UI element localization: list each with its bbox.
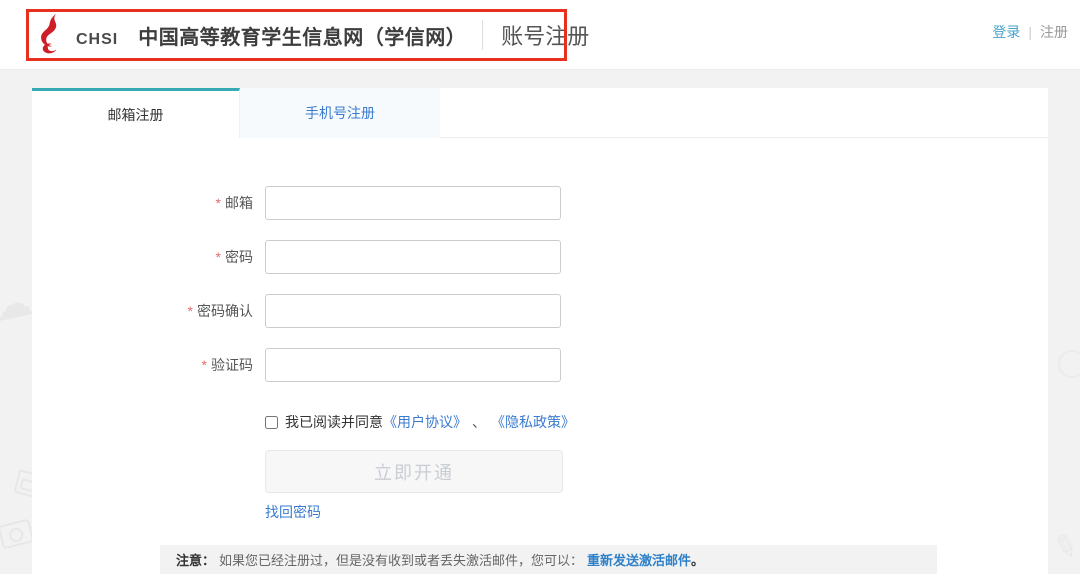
password-input[interactable] <box>265 240 561 274</box>
notice-prefix: 注意： <box>176 553 216 568</box>
email-label-text: 邮箱 <box>225 195 253 211</box>
captcha-label-text: 验证码 <box>211 357 253 373</box>
registration-panel: 邮箱注册 手机号注册 * 邮箱 * 密码 * 密码确认 * 验证码 我已阅读并同… <box>32 88 1048 574</box>
tab-bar: 邮箱注册 手机号注册 <box>32 88 1048 138</box>
email-input[interactable] <box>265 186 561 220</box>
logo-chsi-text: CHSI <box>76 31 119 48</box>
required-marker: * <box>201 357 207 373</box>
logo-group: CHSI 中国高等教育学生信息网（学信网） 账号注册 <box>36 0 589 70</box>
password-label-text: 密码 <box>225 249 253 265</box>
registration-form: * 邮箱 * 密码 * 密码确认 * 验证码 我已阅读并同意 《用户协议》 、 … <box>32 138 1048 574</box>
decorative-camera-doodle <box>0 518 35 550</box>
submit-button[interactable]: 立即开通 <box>265 450 563 493</box>
password-field-row: * 密码 <box>65 240 1048 274</box>
chsi-phoenix-logo-icon <box>41 13 57 54</box>
password-confirm-label: * 密码确认 <box>65 301 265 321</box>
header-divider <box>482 20 484 50</box>
required-marker: * <box>187 303 193 319</box>
tab-phone-register[interactable]: 手机号注册 <box>240 88 440 138</box>
captcha-field-row: * 验证码 <box>65 348 1048 382</box>
agreement-prefix: 我已阅读并同意 <box>285 414 383 430</box>
auth-links-separator: | <box>1028 24 1032 40</box>
decorative-cloud-doodle: ☁ <box>0 279 37 331</box>
decorative-glyph-doodle: ✎ <box>1048 527 1080 568</box>
tab-email-register[interactable]: 邮箱注册 <box>32 88 240 138</box>
email-field-row: * 邮箱 <box>65 186 1048 220</box>
privacy-policy-link[interactable]: 《隐私政策》 <box>491 412 575 432</box>
decorative-circle-doodle <box>1058 350 1080 378</box>
auth-links: 登录 | 注册 <box>992 22 1068 42</box>
required-marker: * <box>215 195 221 211</box>
password-confirm-field-row: * 密码确认 <box>65 294 1048 328</box>
notice-bar: 注意： 如果您已经注册过，但是没有收到或者丢失激活邮件，您可以： 重新发送激活邮… <box>160 545 937 574</box>
notice-suffix: 。 <box>691 553 705 568</box>
captcha-label: * 验证码 <box>65 355 265 375</box>
content-background: ☁ ✎ 邮箱注册 手机号注册 * 邮箱 * 密码 * 密码确认 * 验证码 我已… <box>0 70 1080 574</box>
agreement-checkbox[interactable] <box>265 415 278 429</box>
password-confirm-input[interactable] <box>265 294 561 328</box>
user-agreement-link[interactable]: 《用户协议》 <box>383 412 467 432</box>
email-label: * 邮箱 <box>65 193 265 213</box>
forgot-password-link[interactable]: 找回密码 <box>265 502 321 522</box>
agreement-separator: 、 <box>472 414 486 430</box>
agreement-row: 我已阅读并同意 《用户协议》 、 《隐私政策》 <box>265 412 1048 432</box>
page-title: 账号注册 <box>501 24 590 49</box>
password-confirm-label-text: 密码确认 <box>197 303 253 319</box>
resend-activation-link[interactable]: 重新发送激活邮件 <box>587 550 691 569</box>
notice-text: 如果您已经注册过，但是没有收到或者丢失激活邮件，您可以： <box>219 553 584 568</box>
register-link[interactable]: 注册 <box>1040 24 1068 40</box>
required-marker: * <box>215 249 221 265</box>
header: CHSI 中国高等教育学生信息网（学信网） 账号注册 登录 | 注册 <box>0 0 1080 70</box>
login-link[interactable]: 登录 <box>992 24 1020 40</box>
site-title: 中国高等教育学生信息网（学信网） <box>138 26 467 49</box>
captcha-input[interactable] <box>265 348 561 382</box>
password-label: * 密码 <box>65 247 265 267</box>
